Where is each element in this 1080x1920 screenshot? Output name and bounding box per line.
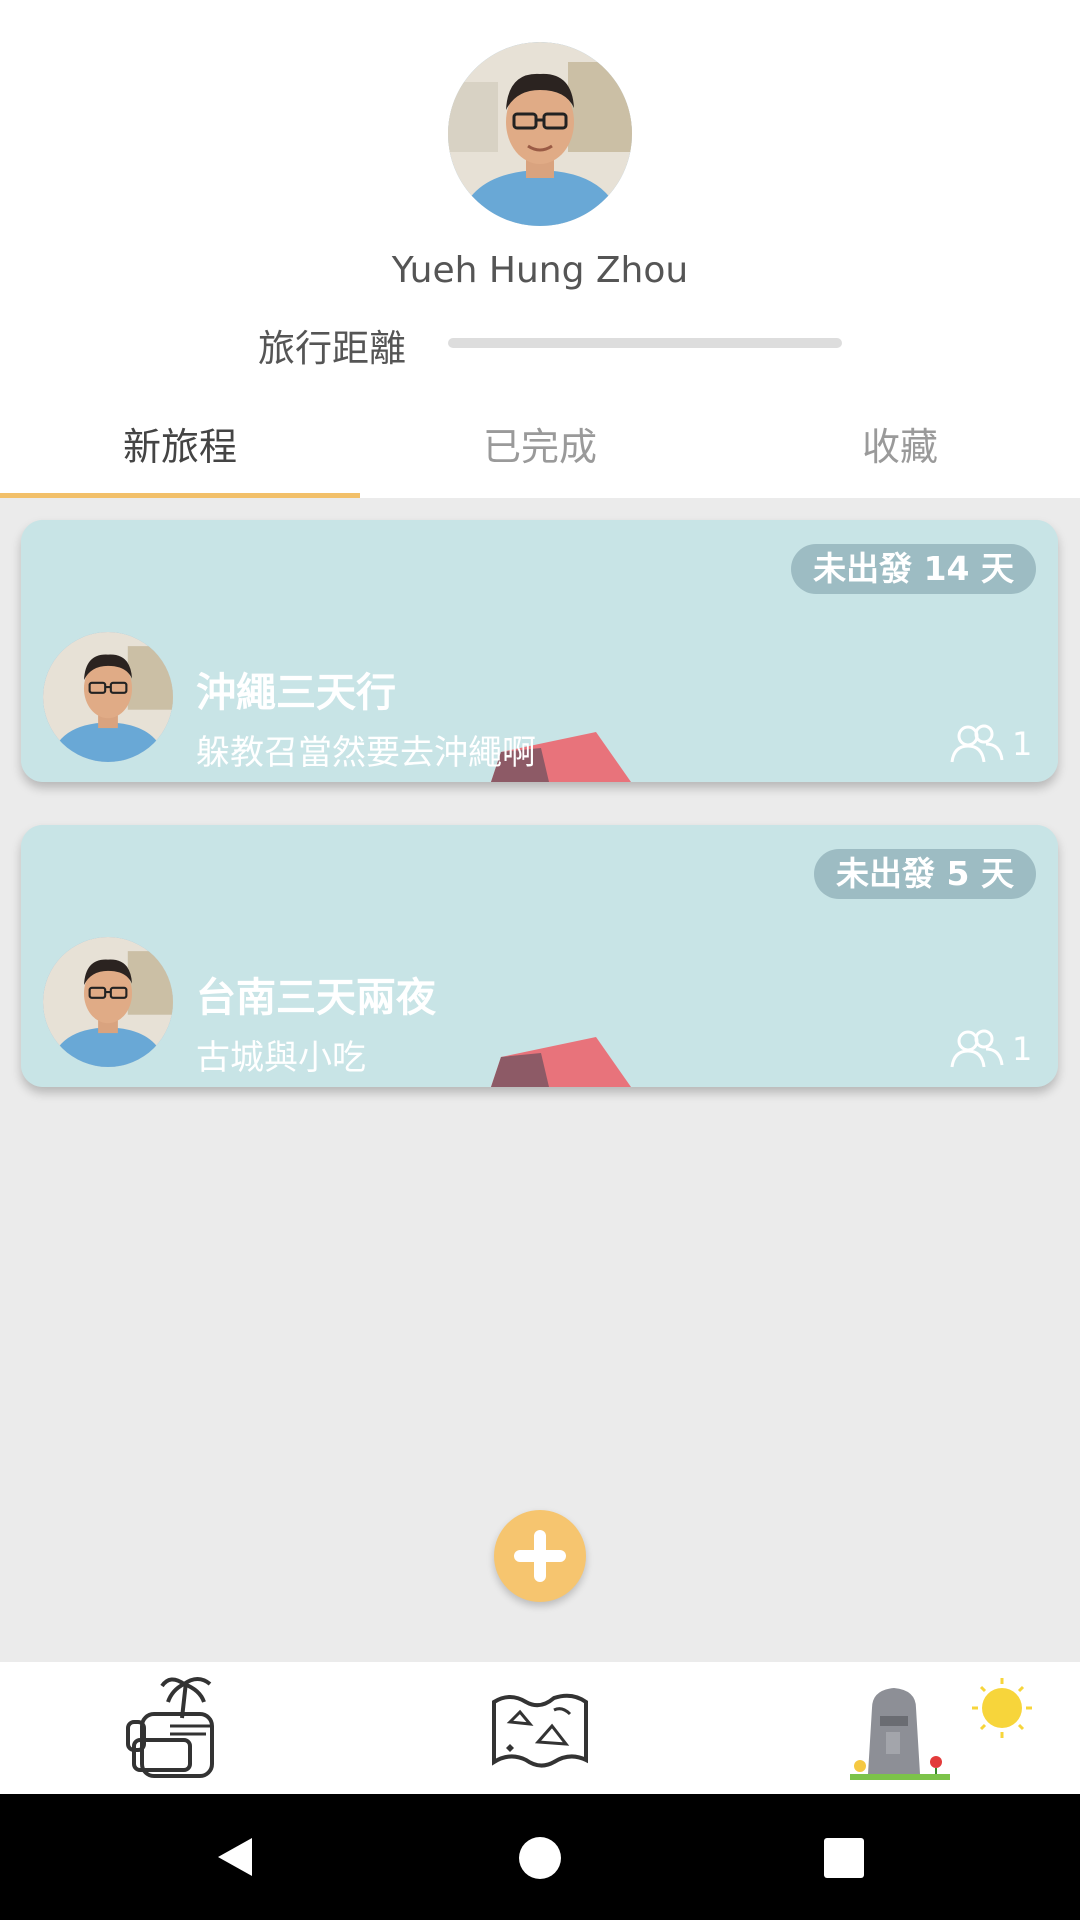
profile-avatar[interactable]: [448, 42, 632, 226]
active-tab-indicator: [0, 493, 360, 498]
profile-name: Yueh Hung Zhou: [391, 250, 689, 291]
system-navigation-bar: [0, 1794, 1080, 1920]
trip-owner-avatar: [43, 937, 173, 1067]
trip-tabs: 新旅程 已完成 收藏: [0, 405, 1080, 498]
profile-header: Yueh Hung Zhou 旅行距離 新旅程 已完成 收藏: [0, 0, 1080, 498]
map-icon: [492, 1693, 588, 1768]
moai-icon: [850, 1678, 1032, 1780]
trip-subtitle: 古城與小吃: [196, 1038, 366, 1078]
add-trip-button[interactable]: [494, 1510, 586, 1602]
nav-explore-map[interactable]: [480, 1662, 600, 1794]
trip-title: 沖繩三天行: [196, 670, 396, 716]
bottom-navigation: [0, 1662, 1080, 1794]
members-icon: [950, 724, 1004, 763]
tab-favorites[interactable]: 收藏: [720, 405, 1080, 498]
tab-new-trips[interactable]: 新旅程: [0, 405, 360, 498]
trip-members: 1: [946, 1027, 1036, 1071]
trip-subtitle: 躲教召當然要去沖繩啊: [196, 733, 536, 773]
departure-countdown-badge: 未出發 14 天: [791, 544, 1036, 594]
trip-title: 台南三天兩夜: [196, 975, 436, 1021]
departure-countdown-badge: 未出發 5 天: [814, 849, 1036, 899]
backpack-icon: [126, 1677, 214, 1778]
tab-completed[interactable]: 已完成: [360, 405, 720, 498]
members-count: 1: [1012, 1030, 1033, 1068]
back-icon[interactable]: [214, 1836, 256, 1878]
trip-card[interactable]: 未出發 14 天 沖繩三天行 躲教召當然要去沖繩啊 1: [21, 520, 1058, 782]
travel-distance-label: 旅行距離: [258, 327, 406, 370]
home-icon[interactable]: [518, 1836, 562, 1880]
trip-card[interactable]: 未出發 5 天 台南三天兩夜 古城與小吃 1: [21, 825, 1058, 1087]
members-count: 1: [1012, 725, 1033, 763]
nav-profile[interactable]: [840, 1662, 1040, 1794]
travel-distance-bar: [448, 338, 842, 348]
members-icon: [950, 1029, 1004, 1068]
plus-icon: [514, 1530, 566, 1582]
recents-icon[interactable]: [824, 1838, 864, 1878]
trip-owner-avatar: [43, 632, 173, 762]
nav-trips[interactable]: [120, 1662, 240, 1794]
trip-members: 1: [946, 722, 1036, 766]
